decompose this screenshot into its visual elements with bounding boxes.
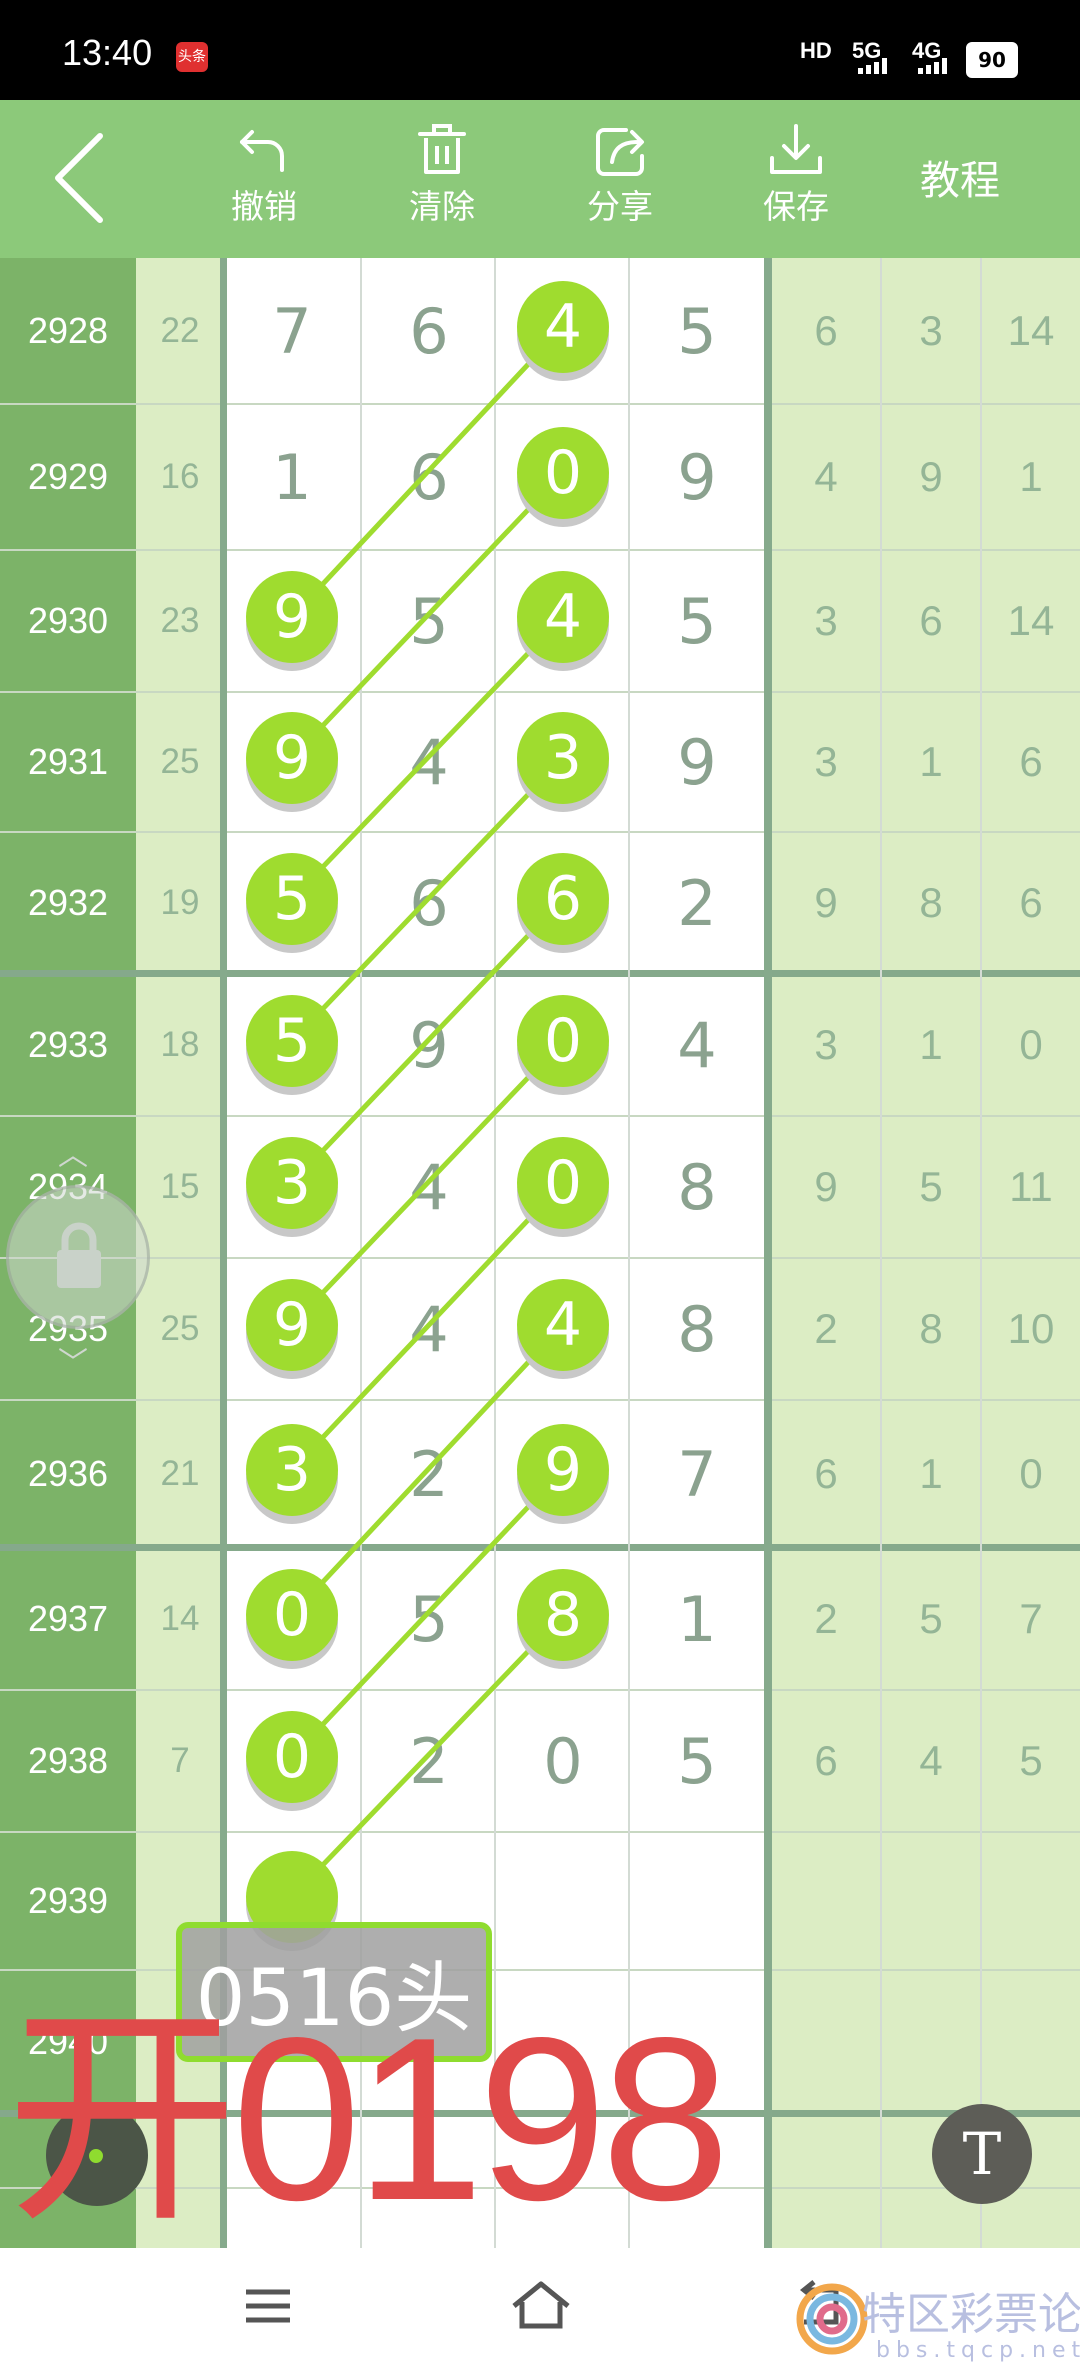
result-annotation: 开0198 (6, 1990, 730, 2249)
signal-icon (858, 58, 898, 74)
watermark-text: 特区彩票论坛 (862, 2289, 1080, 2340)
selected-digit-ball[interactable]: 9 (246, 571, 338, 663)
status-bar: 13:40 头条 HD 5G 4G 90 (0, 0, 1080, 100)
trash-icon (418, 124, 466, 174)
selected-digit-ball[interactable]: 8 (517, 1569, 609, 1661)
selected-digit-ball[interactable]: 5 (246, 995, 338, 1087)
selected-digit-ball[interactable]: 5 (246, 853, 338, 945)
home-icon (512, 2281, 570, 2329)
selected-digit-ball[interactable]: 3 (246, 1424, 338, 1516)
selected-digit-ball[interactable]: 3 (517, 712, 609, 804)
menu-button[interactable] (240, 2282, 300, 2332)
save-button[interactable]: 保存 (736, 118, 856, 228)
share-button[interactable]: 分享 (560, 118, 680, 228)
chevron-left-icon (55, 133, 103, 223)
trend-table: 2928227645631429291616094912930239545361… (0, 258, 1080, 2248)
watermark: 特区彩票论坛 bbs.tqcp.net (792, 2268, 1080, 2376)
toolbar: 撤销 清除 分享 保存 教程 (0, 100, 1080, 258)
app-badge-icon: 头条 (176, 42, 208, 72)
watermark-logo-icon (796, 2283, 868, 2355)
chevron-down-icon: ﹀ (58, 1346, 88, 1381)
undo-button[interactable]: 撤销 (204, 118, 324, 228)
selected-digit-ball[interactable]: 0 (517, 1137, 609, 1229)
text-tool-button[interactable]: T (932, 2104, 1032, 2204)
chevron-up-icon: ︿ (58, 1138, 88, 1173)
home-button[interactable] (508, 2276, 574, 2336)
save-label: 保存 (763, 187, 829, 226)
hd-label: HD (800, 38, 832, 63)
status-time: 13:40 (62, 32, 153, 73)
signal-icon (918, 58, 958, 74)
undo-icon (240, 130, 284, 172)
watermark-url: bbs.tqcp.net (876, 2338, 1080, 2363)
lock-button[interactable] (6, 1185, 150, 1329)
undo-label: 撤销 (231, 187, 297, 226)
selected-digit-ball[interactable]: 4 (517, 281, 609, 373)
share-label: 分享 (587, 187, 653, 226)
clear-label: 清除 (409, 187, 475, 226)
selected-digit-ball[interactable]: 0 (517, 995, 609, 1087)
clear-button[interactable]: 清除 (382, 118, 502, 228)
connection-lines (290, 325, 565, 1899)
selected-digit-ball[interactable]: 0 (246, 1711, 338, 1803)
battery-level: 90 (966, 42, 1018, 78)
lock-icon (57, 1222, 101, 1288)
selected-digit-ball[interactable]: 4 (517, 1279, 609, 1371)
menu-icon (246, 2289, 290, 2323)
download-icon (770, 124, 822, 174)
share-icon (596, 128, 644, 176)
selected-digit-ball[interactable]: 9 (246, 712, 338, 804)
selected-digit-ball[interactable]: 6 (517, 853, 609, 945)
selected-digit-ball[interactable]: 3 (246, 1137, 338, 1229)
selected-digit-ball[interactable]: 9 (246, 1279, 338, 1371)
selected-digit-ball[interactable]: 4 (517, 571, 609, 663)
selected-digit-ball[interactable]: 9 (517, 1424, 609, 1516)
tutorial-button[interactable]: 教程 (920, 148, 1000, 206)
selected-digit-ball[interactable]: 0 (246, 1569, 338, 1661)
selected-digit-ball[interactable]: 0 (517, 427, 609, 519)
back-button[interactable] (40, 128, 120, 228)
